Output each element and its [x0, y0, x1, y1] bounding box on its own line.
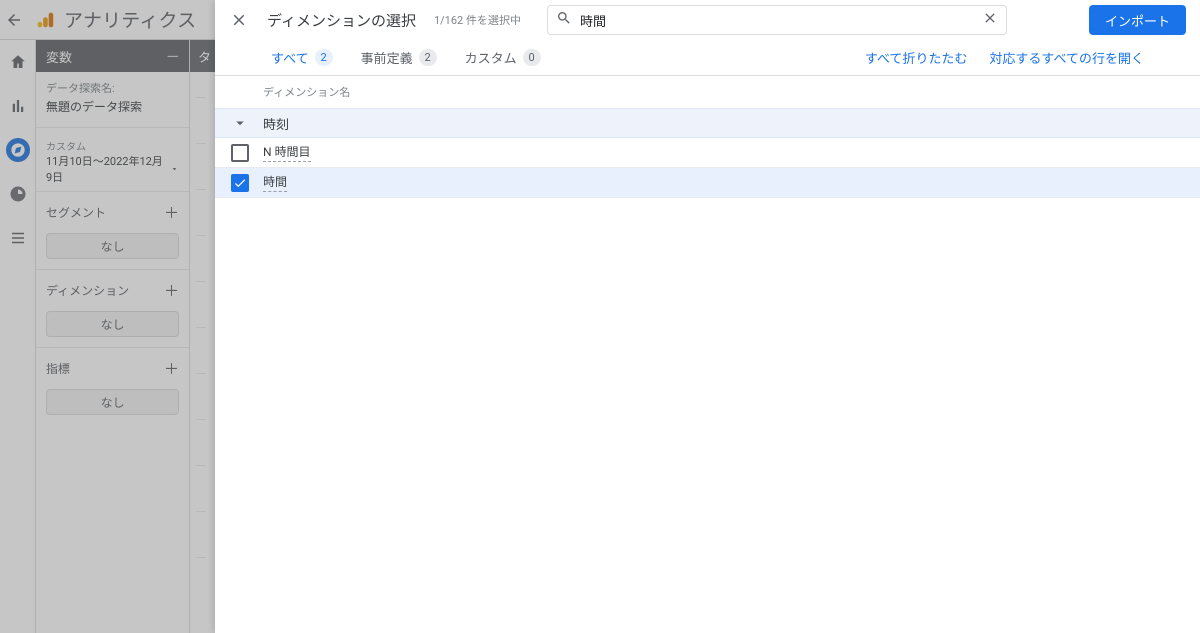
advertising-icon[interactable]: [6, 182, 30, 206]
tab-predefined-label: 事前定義: [361, 48, 413, 67]
date-range-label: カスタム: [46, 138, 179, 153]
dimension-item-label: 時間: [263, 173, 287, 192]
add-segment-button[interactable]: ＋: [164, 202, 179, 223]
chevron-down-icon: [231, 114, 249, 132]
ghost-row: [196, 358, 206, 374]
modal-title: ディメンションの選択: [267, 10, 416, 31]
variables-header: 変数 —: [36, 40, 189, 72]
ghost-row: [196, 450, 206, 466]
date-range-picker[interactable]: カスタム 11月10日～2022年12月9日: [36, 132, 189, 191]
close-button[interactable]: [225, 6, 253, 34]
tab-all-label: すべて: [271, 48, 309, 67]
selection-count: 1/162 件を選択中: [434, 12, 521, 28]
segment-section-label: セグメント: [46, 204, 106, 221]
check-icon: [233, 176, 247, 190]
dimension-item-label: N 時間目: [263, 143, 311, 162]
left-nav-rail: [0, 40, 36, 633]
close-icon: [230, 11, 248, 29]
group-row-time[interactable]: 時刻: [215, 108, 1200, 138]
reports-icon[interactable]: [6, 94, 30, 118]
back-button[interactable]: [0, 11, 28, 29]
arrow-left-icon: [5, 11, 23, 29]
ghost-row: [196, 404, 206, 420]
caret-down-icon: [170, 164, 179, 174]
configure-icon[interactable]: [6, 226, 30, 250]
ghost-row: [196, 128, 206, 144]
search-icon: [556, 10, 572, 30]
brand: アナリティクス: [28, 6, 202, 33]
ghost-row: [196, 496, 206, 512]
column-header-dimension-name: ディメンション名: [215, 76, 1200, 108]
tab-custom-label: カスタム: [465, 48, 517, 67]
tab-predefined-count: 2: [419, 49, 437, 66]
close-icon: [982, 10, 998, 26]
explore-icon[interactable]: [6, 138, 30, 162]
ghost-row: [196, 174, 206, 190]
search-field[interactable]: [547, 5, 1007, 35]
import-button[interactable]: インポート: [1089, 5, 1186, 35]
checkbox[interactable]: [231, 144, 249, 162]
add-dimension-button[interactable]: ＋: [164, 280, 179, 301]
ghost-row: [196, 220, 206, 236]
expand-matching-button[interactable]: 対応するすべての行を開く: [989, 48, 1144, 67]
modal-tabs: すべて 2 事前定義 2 カスタム 0 すべて折りたたむ 対応するすべての行を開…: [215, 40, 1200, 76]
ghost-row: [196, 82, 206, 98]
explore-name-label: データ探索名:: [46, 80, 179, 96]
ghost-row: [196, 312, 206, 328]
ghost-row: [196, 266, 206, 282]
metric-none-chip[interactable]: なし: [46, 389, 179, 415]
tab-custom[interactable]: カスタム 0: [465, 40, 541, 75]
dimension-item-nth-hour[interactable]: N 時間目: [215, 138, 1200, 168]
collapse-icon[interactable]: —: [167, 47, 180, 66]
tab-all[interactable]: すべて 2: [271, 40, 333, 75]
date-range-value: 11月10日～2022年12月9日: [46, 153, 166, 185]
search-input[interactable]: [580, 13, 974, 28]
tab-predefined[interactable]: 事前定義 2: [361, 40, 437, 75]
checkbox[interactable]: [231, 174, 249, 192]
segment-none-chip[interactable]: なし: [46, 233, 179, 259]
group-label: 時刻: [263, 114, 289, 133]
explore-name[interactable]: 無題のデータ探索: [46, 98, 179, 115]
home-icon[interactable]: [6, 50, 30, 74]
dimension-section-label: ディメンション: [46, 282, 129, 299]
modal-toolbar: ディメンションの選択 1/162 件を選択中 インポート: [215, 0, 1200, 40]
tab-all-count: 2: [315, 49, 333, 66]
dimension-picker-modal: ディメンションの選択 1/162 件を選択中 インポート すべて 2 事前定義 …: [215, 0, 1200, 633]
dimension-item-hour[interactable]: 時間: [215, 168, 1200, 198]
clear-search-button[interactable]: [982, 10, 998, 30]
tab-custom-count: 0: [523, 49, 541, 66]
dimension-none-chip[interactable]: なし: [46, 311, 179, 337]
app-name: アナリティクス: [64, 6, 196, 33]
metric-section-label: 指標: [46, 360, 70, 377]
variables-header-label: 変数: [46, 47, 72, 66]
variables-panel: 変数 — データ探索名: 無題のデータ探索 カスタム 11月10日～2022年1…: [36, 40, 190, 633]
ghost-row: [196, 542, 206, 558]
collapse-all-button[interactable]: すべて折りたたむ: [865, 48, 968, 67]
add-metric-button[interactable]: ＋: [164, 358, 179, 379]
analytics-logo-icon: [34, 9, 56, 31]
